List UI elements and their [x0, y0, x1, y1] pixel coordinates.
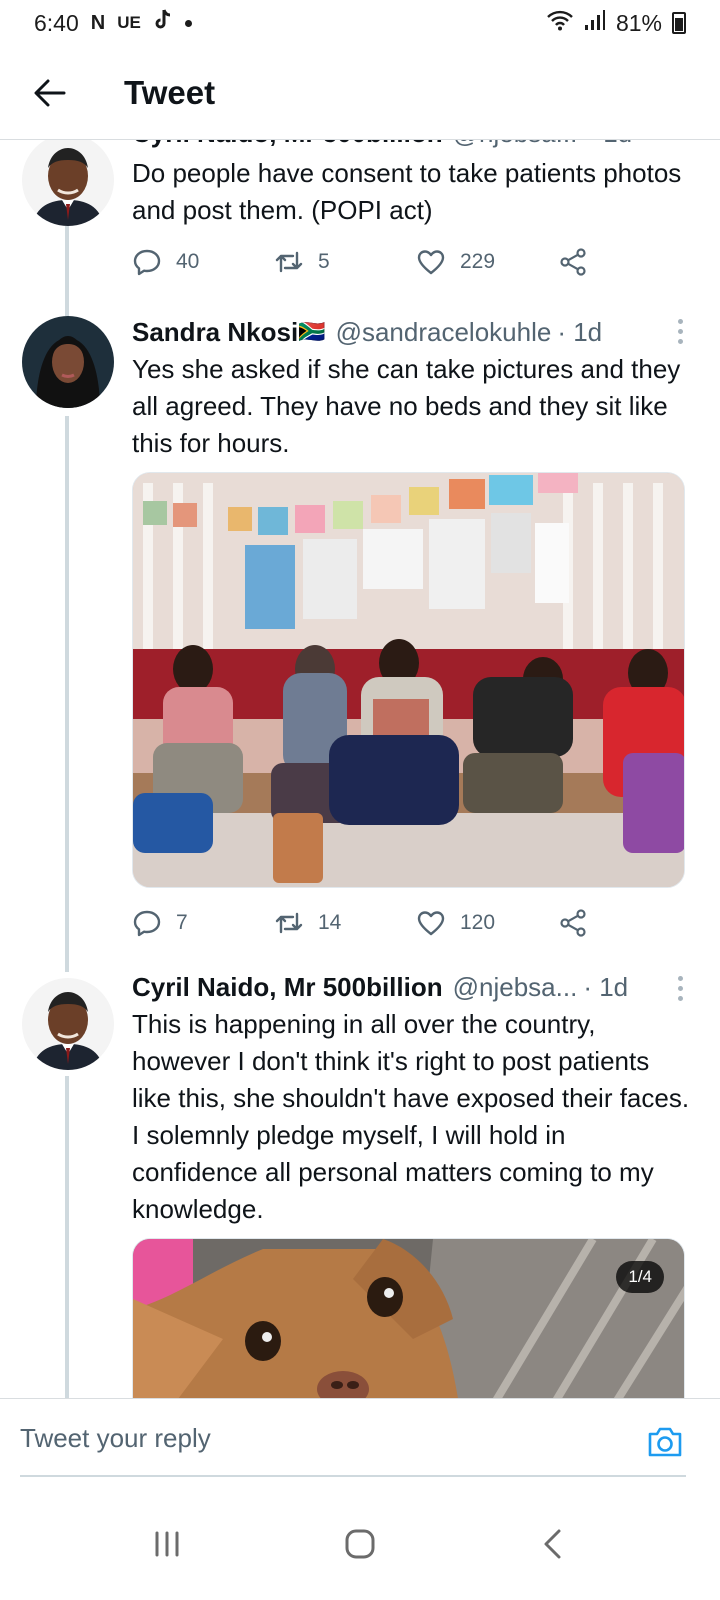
author-name[interactable]: Cyril Naido, Mr 500billion — [132, 972, 443, 1003]
author-handle: @njebsa... — [452, 971, 578, 1002]
wifi-icon — [546, 9, 574, 37]
like-count: 120 — [460, 911, 496, 934]
arrow-left-icon — [34, 79, 66, 106]
battery-icon — [672, 12, 686, 34]
tweet-time: · 1d — [587, 140, 632, 149]
status-time: 6:40 — [34, 9, 79, 36]
camera-icon — [648, 1427, 682, 1457]
system-nav-bar — [0, 1488, 720, 1600]
share-button[interactable] — [558, 908, 588, 938]
status-bar: 6:40 N UE 81% — [0, 0, 720, 46]
tweet-text: Yes she asked if she can take pictures a… — [132, 354, 681, 458]
like-button[interactable]: 120 — [416, 908, 558, 938]
avatar-cyril[interactable] — [22, 978, 114, 1070]
app-bar: Tweet — [0, 46, 720, 140]
retweet-button[interactable]: 5 — [274, 247, 416, 277]
reply-button[interactable]: 40 — [132, 247, 274, 277]
avatar-cyril[interactable] — [22, 140, 114, 226]
author-name[interactable]: Cyril Naido, Mr 500billion — [132, 140, 443, 149]
comment-icon — [133, 249, 161, 276]
back-nav-button[interactable] — [523, 1514, 583, 1574]
tweet-actions: 40 5 229 — [132, 245, 602, 279]
recents-icon — [155, 1531, 179, 1557]
tweet-thread: Cyril Naido, Mr 500billion @njebsa... · … — [0, 140, 720, 1398]
heart-icon — [417, 250, 445, 275]
like-count: 229 — [460, 250, 496, 273]
thread-line — [65, 416, 69, 972]
home-icon — [345, 1529, 375, 1559]
tweet-photo[interactable] — [132, 472, 685, 888]
retweet-icon — [275, 912, 303, 934]
recents-button[interactable] — [137, 1514, 197, 1574]
author-handle: @njebsa... — [453, 140, 578, 149]
reply-input[interactable]: Tweet your reply — [20, 1423, 211, 1454]
tweet-actions: 7 14 120 — [132, 906, 602, 940]
more-options-button[interactable] — [676, 976, 684, 1001]
retweet-icon — [275, 251, 303, 273]
flag-emoji: 🇿🇦 — [298, 319, 326, 344]
thread-line — [65, 222, 69, 316]
reply-count: 7 — [176, 911, 188, 934]
battery-level: 81% — [615, 9, 662, 36]
tweet-header: Cyril Naido, Mr 500billion @njebsa... · … — [132, 140, 690, 150]
tweet-time: · 1d — [557, 316, 603, 347]
tweet-text: Do people have consent to take patients … — [132, 158, 682, 225]
share-icon — [560, 248, 586, 276]
author-handle: @sandracelokuhle — [335, 316, 552, 347]
author-name[interactable]: Sandra Nkosi — [132, 317, 298, 348]
back-button[interactable] — [20, 63, 80, 123]
tweet-time: · 1d — [583, 971, 629, 1002]
avatar-sandra[interactable] — [22, 316, 114, 408]
retweet-count: 5 — [318, 250, 330, 273]
ue-icon: UE — [117, 13, 141, 32]
tweet-header: Sandra Nkosi 🇿🇦 @sandracelokuhle · 1d — [132, 315, 690, 349]
media-counter: 1/4 — [616, 1261, 664, 1293]
dot-icon — [184, 19, 192, 27]
page-title: Tweet — [124, 73, 216, 111]
thread-line — [65, 1076, 69, 1398]
share-button[interactable] — [558, 247, 588, 277]
tweet-header: Cyril Naido, Mr 500billion @njebsa... · … — [132, 970, 690, 1004]
chevron-left-icon — [544, 1529, 561, 1559]
reply-count: 40 — [176, 250, 200, 273]
signal-icon — [584, 9, 606, 37]
tweet-text: This is happening in all over the countr… — [132, 1009, 690, 1224]
reply-bar: Tweet your reply — [0, 1398, 720, 1488]
netflix-icon: N — [90, 11, 106, 34]
camera-button[interactable] — [646, 1423, 684, 1461]
tweet-photo[interactable]: 1/4 — [132, 1238, 685, 1398]
tiktok-icon — [153, 9, 173, 37]
retweet-button[interactable]: 14 — [274, 908, 416, 938]
like-button[interactable]: 229 — [416, 247, 558, 277]
share-icon — [560, 909, 586, 937]
comment-icon — [133, 910, 161, 937]
home-button[interactable] — [330, 1514, 390, 1574]
retweet-count: 14 — [318, 911, 342, 934]
reply-underline — [20, 1475, 686, 1477]
more-options-button[interactable] — [676, 319, 684, 344]
heart-icon — [417, 911, 445, 936]
reply-button[interactable]: 7 — [132, 908, 274, 938]
